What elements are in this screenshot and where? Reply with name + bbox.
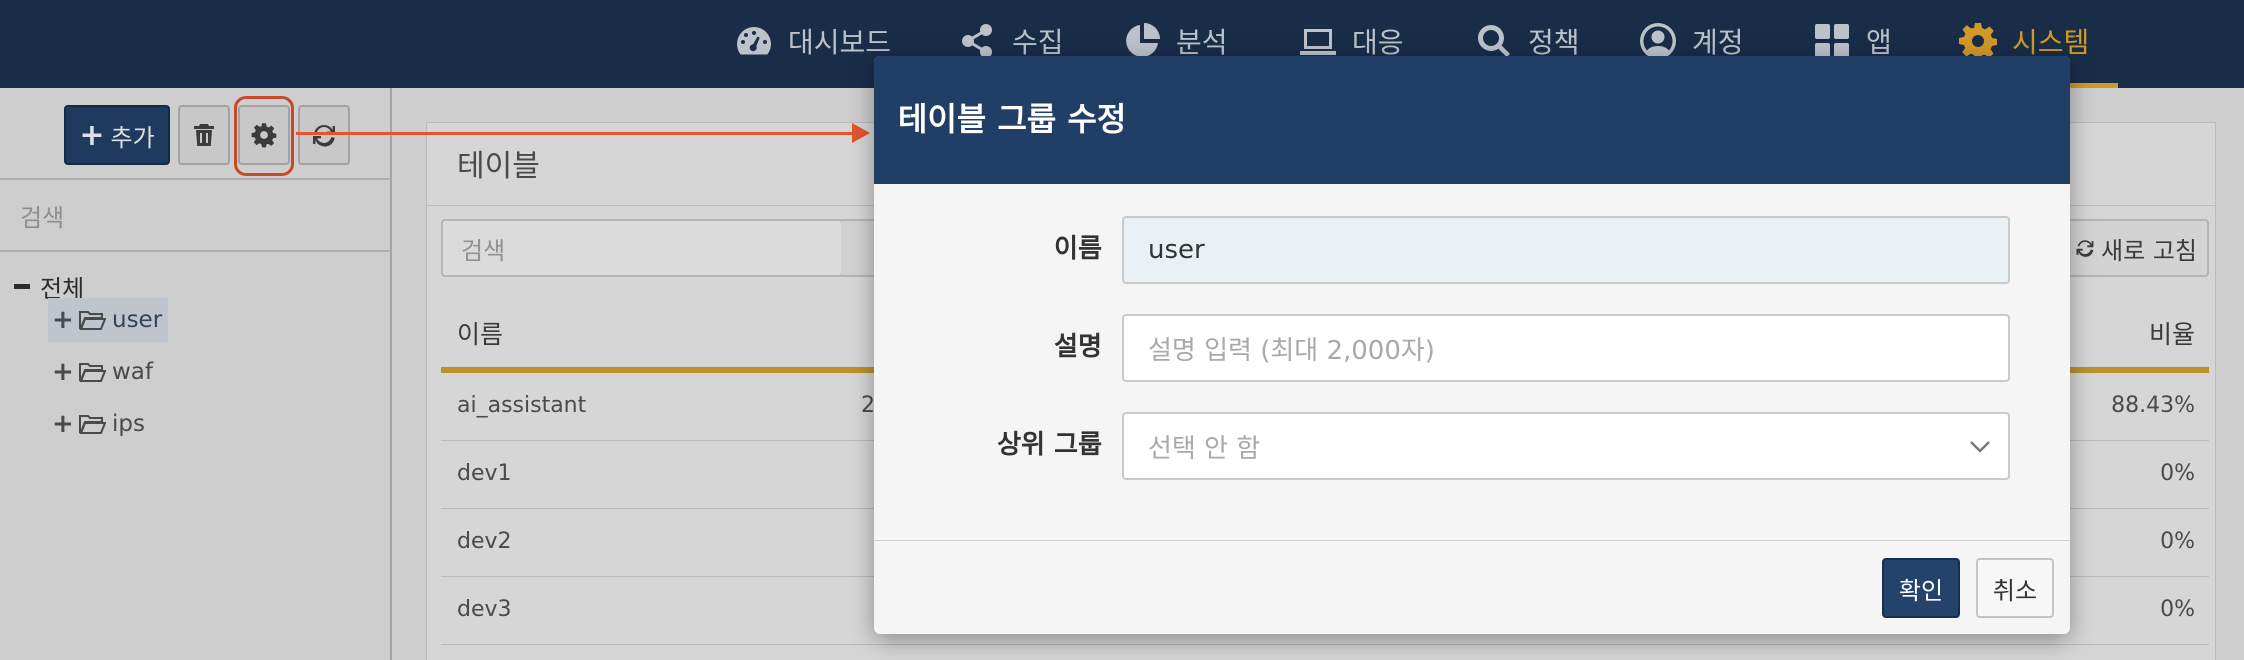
plus-icon: + (79, 117, 105, 153)
cell-name: dev3 (457, 597, 512, 622)
refresh-button-label: 새로 고침 (2101, 236, 2197, 265)
folder-open-icon (79, 415, 106, 434)
description-field-placeholder: 설명 입력 (최대 2,000자) (1148, 335, 1435, 366)
cancel-button[interactable]: 취소 (1976, 558, 2054, 618)
cell-value: 2 (861, 393, 875, 418)
cancel-button-label: 취소 (1992, 576, 2038, 605)
chevron-down-icon (1970, 441, 1990, 453)
nav-item-dashboard[interactable]: 대시보드 (734, 0, 891, 82)
pie-chart-icon (1126, 23, 1160, 57)
gear-icon (1959, 23, 1997, 60)
folder-open-icon (79, 363, 106, 382)
cell-ratio: 88.43% (2111, 393, 2195, 418)
share-icon (962, 24, 992, 58)
tree-node-user[interactable]: + user (48, 298, 169, 342)
name-field-value: user (1148, 235, 1205, 265)
refresh-icon (313, 124, 335, 147)
cell-ratio: 0% (2160, 529, 2195, 554)
expand-icon[interactable]: + (52, 357, 74, 387)
folder-open-icon (79, 311, 106, 330)
dialog-title: 테이블 그룹 수정 (898, 100, 1127, 138)
tree-node-waf[interactable]: + waf (48, 350, 159, 394)
nav-item-label: 앱 (1866, 26, 1892, 59)
nav-item-label: 계정 (1692, 26, 1744, 59)
column-header-name[interactable]: 이름 (457, 315, 503, 351)
tree-node-ips[interactable]: + ips (48, 402, 151, 446)
left-sidebar: + 추가 검색 전체 + user + waf + ips (0, 88, 392, 660)
description-field[interactable]: 설명 입력 (최대 2,000자) (1122, 314, 2010, 382)
parent-group-selected-value: 선택 안 함 (1148, 433, 1261, 464)
add-button[interactable]: + 추가 (64, 105, 170, 165)
parent-group-select[interactable]: 선택 안 함 (1122, 412, 2010, 480)
tree-node-label: user (112, 307, 163, 333)
panel-title: 테이블 (457, 149, 540, 184)
cell-name: ai_assistant (457, 393, 587, 418)
nav-item-label: 분석 (1176, 26, 1228, 59)
annotation-arrow-head (852, 123, 870, 143)
confirm-button[interactable]: 확인 (1882, 558, 1960, 618)
tree-node-label: ips (112, 411, 145, 437)
dialog-header: 테이블 그룹 수정 (874, 56, 2070, 184)
edit-table-group-dialog: 테이블 그룹 수정 이름 user 설명 설명 입력 (최대 2,000자) 상… (874, 56, 2070, 634)
nav-item-label: 대시보드 (788, 26, 892, 59)
nav-item-label: 수집 (1012, 26, 1064, 59)
column-header-ratio[interactable]: 비율 (2149, 315, 2195, 351)
description-label: 설명 (1054, 332, 1102, 362)
refresh-icon (2076, 240, 2094, 257)
tree-node-label: waf (112, 359, 154, 385)
expand-icon[interactable]: + (52, 305, 74, 335)
dialog-footer-divider (874, 540, 2070, 541)
parent-group-label: 상위 그룹 (997, 430, 1102, 460)
table-search-input[interactable]: 검색 (441, 219, 843, 277)
name-label: 이름 (1054, 234, 1102, 264)
cell-ratio: 0% (2160, 461, 2195, 486)
grid-icon (1815, 24, 1849, 58)
table-search-placeholder: 검색 (461, 236, 506, 265)
trash-icon (194, 124, 214, 146)
delete-button[interactable] (178, 105, 230, 165)
settings-highlight-annotation (234, 96, 294, 176)
user-circle-icon (1640, 23, 1676, 59)
nav-item-label: 대응 (1352, 26, 1404, 59)
tree-search-placeholder: 검색 (20, 203, 65, 232)
refresh-tree-button[interactable] (298, 105, 350, 165)
dashboard-icon (737, 27, 771, 55)
annotation-arrow-line (296, 132, 856, 135)
tree-search-input[interactable]: 검색 (0, 180, 390, 252)
expand-icon[interactable]: + (52, 409, 74, 439)
confirm-button-label: 확인 (1898, 576, 1944, 605)
add-button-label: 추가 (110, 123, 155, 152)
cell-name: dev2 (457, 529, 512, 554)
nav-item-label: 시스템 (2012, 26, 2090, 59)
name-field[interactable]: user (1122, 216, 2010, 284)
search-icon (1478, 25, 1510, 58)
collapse-icon[interactable] (14, 283, 30, 289)
laptop-icon (1300, 29, 1336, 55)
cell-name: dev1 (457, 461, 512, 486)
nav-item-label: 정책 (1528, 26, 1580, 59)
cell-ratio: 0% (2160, 597, 2195, 622)
refresh-button[interactable]: 새로 고침 (2063, 219, 2209, 277)
